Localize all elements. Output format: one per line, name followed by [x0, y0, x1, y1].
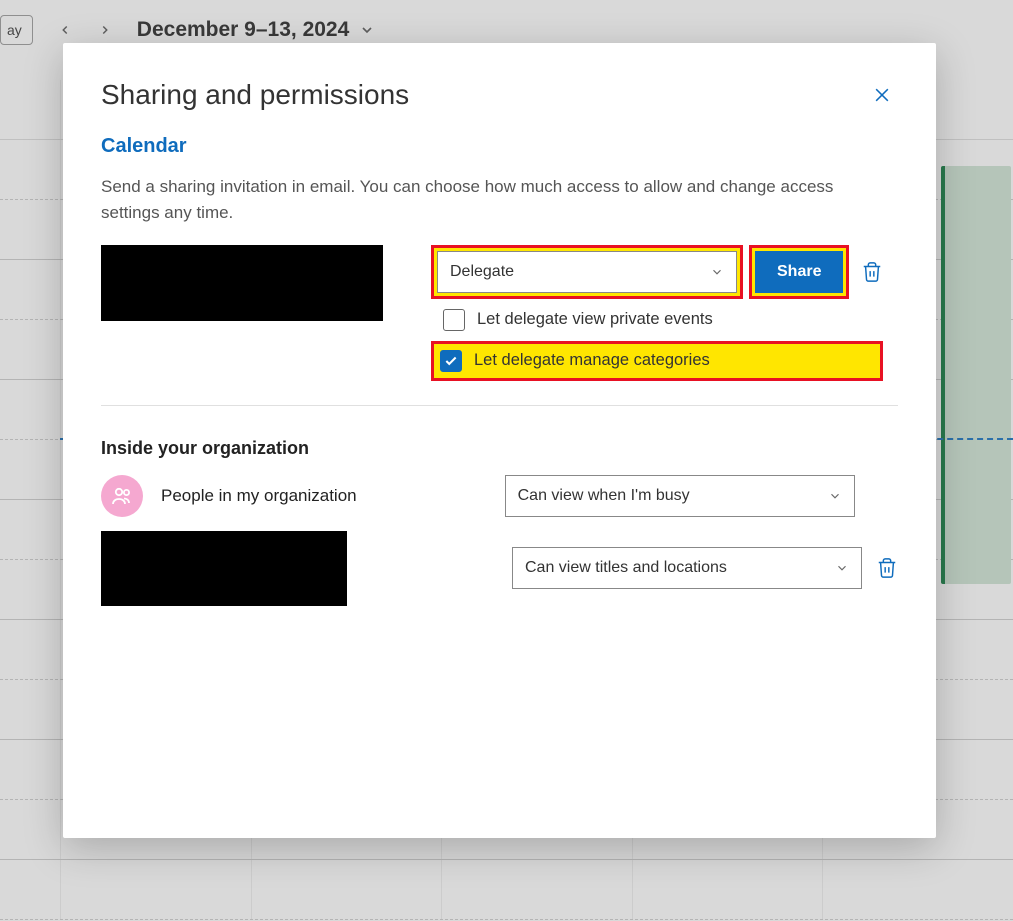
private-events-checkbox[interactable]	[443, 309, 465, 331]
permission-level-select[interactable]: Delegate	[437, 251, 737, 293]
close-button[interactable]	[866, 79, 898, 111]
org-user-redacted[interactable]	[101, 531, 347, 606]
close-icon	[872, 85, 892, 105]
checkmark-icon	[444, 354, 458, 368]
chevron-down-icon	[828, 489, 842, 503]
manage-categories-label: Let delegate manage categories	[474, 351, 710, 370]
highlight-permission-select: Delegate	[431, 245, 743, 299]
remove-org-user-button[interactable]	[876, 557, 898, 579]
org-people-label: People in my organization	[161, 486, 357, 506]
people-icon	[110, 484, 134, 508]
share-button[interactable]: Share	[755, 251, 843, 293]
modal-title: Sharing and permissions	[101, 79, 409, 111]
org-section-heading: Inside your organization	[101, 438, 898, 459]
org-user-permission-value: Can view titles and locations	[525, 559, 727, 577]
org-people-avatar	[101, 475, 143, 517]
sharing-description: Send a sharing invitation in email. You …	[101, 174, 891, 227]
person-picker-redacted[interactable]	[101, 245, 383, 321]
sharing-permissions-modal: Sharing and permissions Calendar Send a …	[63, 43, 936, 838]
calendar-section-link[interactable]: Calendar	[101, 135, 898, 158]
remove-person-button[interactable]	[861, 261, 883, 283]
trash-icon	[876, 557, 898, 579]
chevron-down-icon	[710, 265, 724, 279]
trash-icon	[861, 261, 883, 283]
private-events-label: Let delegate view private events	[477, 310, 713, 329]
chevron-down-icon	[835, 561, 849, 575]
highlight-share-button: Share	[749, 245, 849, 299]
org-user-permission-select[interactable]: Can view titles and locations	[512, 547, 862, 589]
permission-select-value: Delegate	[450, 263, 514, 281]
section-divider	[101, 405, 898, 406]
org-people-permission-select[interactable]: Can view when I'm busy	[505, 475, 855, 517]
manage-categories-checkbox[interactable]	[440, 350, 462, 372]
org-people-permission-value: Can view when I'm busy	[518, 487, 690, 505]
highlight-categories-checkbox: Let delegate manage categories	[431, 341, 883, 381]
